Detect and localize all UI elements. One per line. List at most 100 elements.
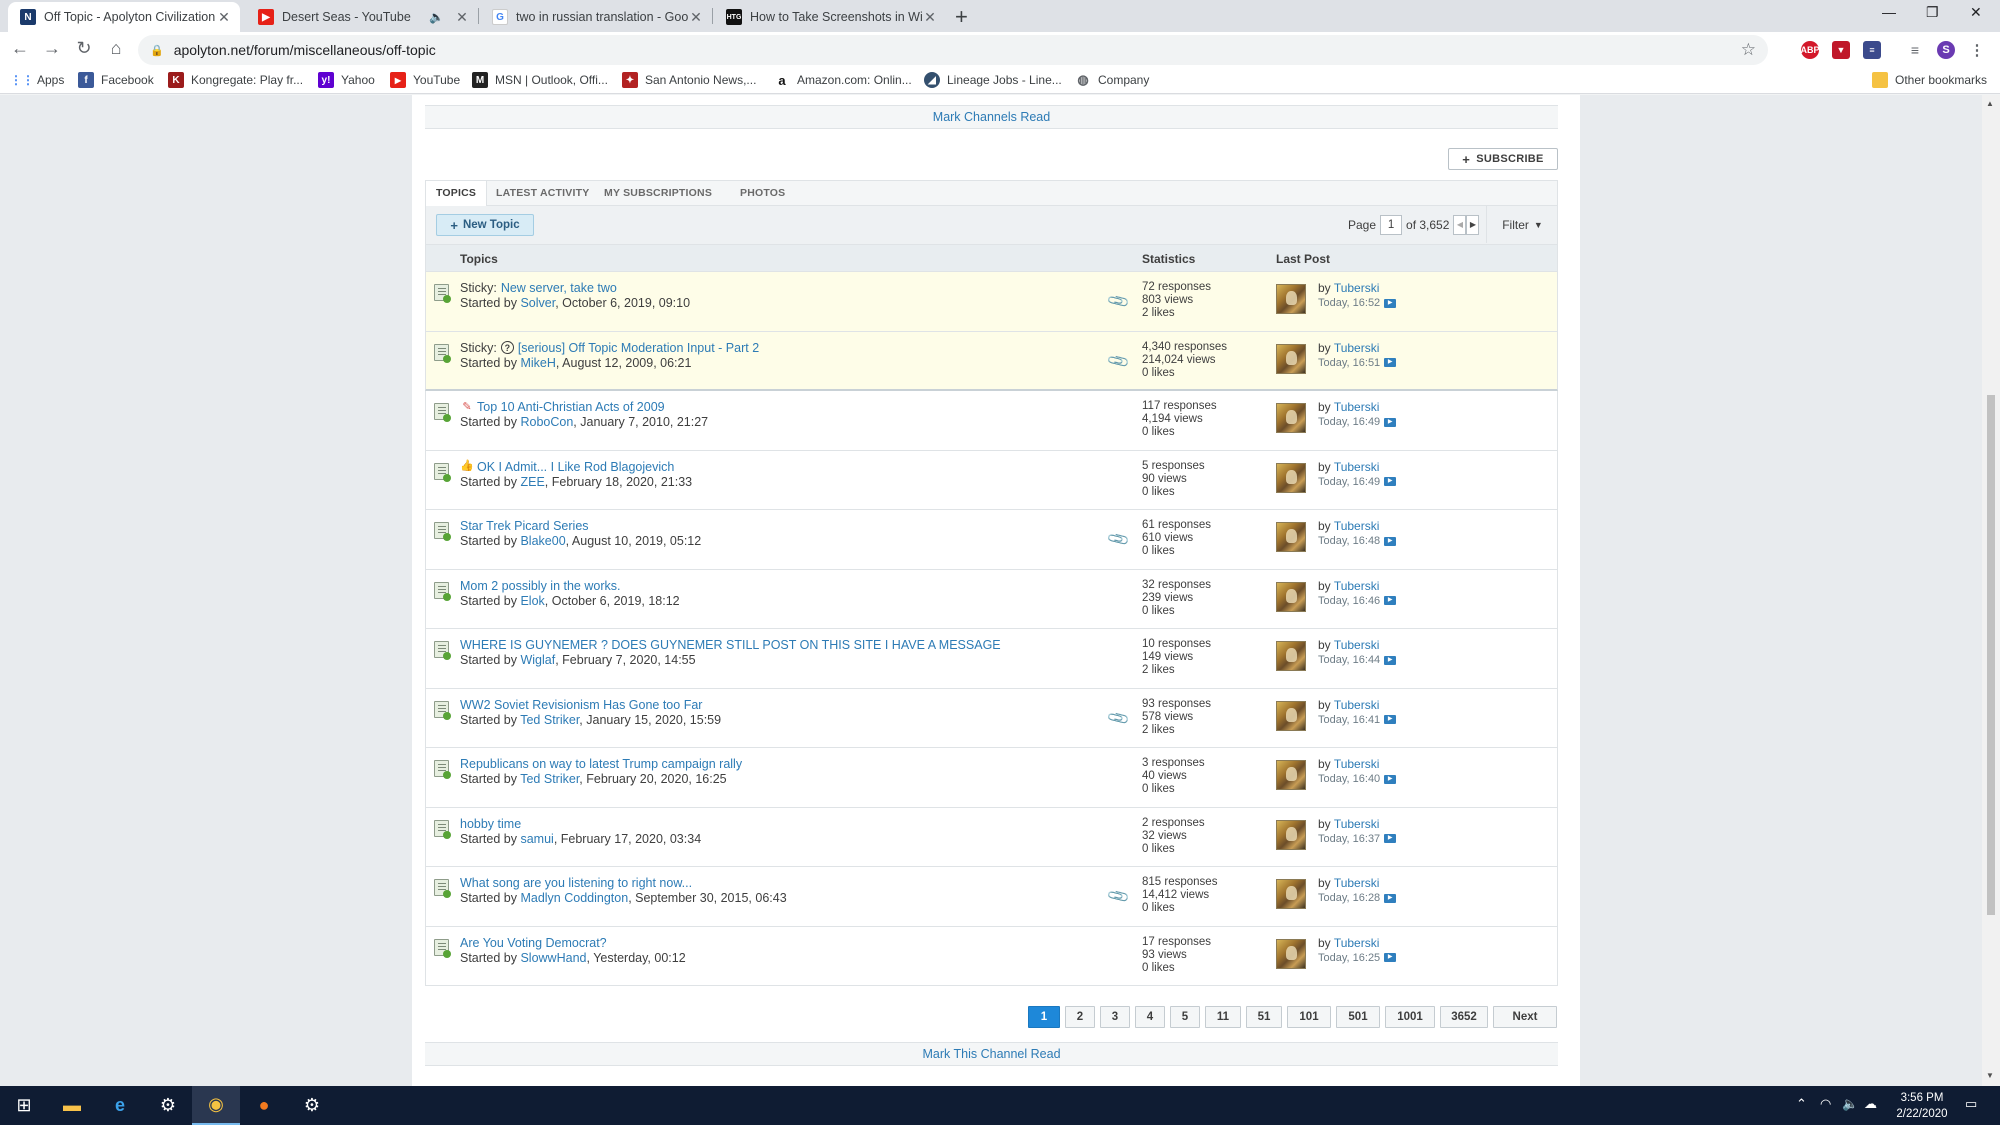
page-button[interactable]: 3 <box>1100 1006 1130 1028</box>
page-button[interactable]: 11 <box>1205 1006 1241 1028</box>
topic-row[interactable]: What song are you listening to right now… <box>425 867 1558 927</box>
menu-kebab-icon[interactable]: ⋮ <box>1968 41 1986 59</box>
back-icon[interactable]: ← <box>8 38 32 59</box>
system-clock[interactable]: 3:56 PM 2/22/2020 <box>1882 1090 1962 1122</box>
topic-author-link[interactable]: Solver <box>520 296 555 310</box>
browser-tab-2[interactable]: G two in russian translation - Goog ✕ <box>480 2 712 32</box>
bookmark-san-antonio[interactable]: ✦ San Antonio News,... <box>622 72 756 88</box>
page-scrollbar[interactable]: ▲ ▼ <box>1982 95 2000 1086</box>
topic-author-link[interactable]: Wiglaf <box>520 653 555 667</box>
scroll-down-icon[interactable]: ▼ <box>1986 1071 1994 1080</box>
topic-author-link[interactable]: ZEE <box>520 475 544 489</box>
topic-title-link[interactable]: Top 10 Anti-Christian Acts of 2009 <box>477 400 665 414</box>
topic-author-link[interactable]: Elok <box>520 594 544 608</box>
tab-latest-activity[interactable]: LATEST ACTIVITY <box>486 181 599 206</box>
topic-title-link[interactable]: WHERE IS GUYNEMER ? DOES GUYNEMER STILL … <box>460 638 1001 652</box>
last-poster-link[interactable]: Tuberski <box>1334 936 1380 950</box>
go-to-last-post-icon[interactable]: ▶ <box>1384 715 1397 724</box>
last-poster-avatar[interactable] <box>1276 819 1306 850</box>
scroll-thumb[interactable] <box>1987 395 1995 915</box>
topic-author-link[interactable]: RoboCon <box>520 415 573 429</box>
browser-tab-1[interactable]: ▶ Desert Seas - YouTube 🔈 ✕ <box>246 2 478 32</box>
wifi-icon[interactable]: ◠ <box>1820 1096 1831 1112</box>
onedrive-icon[interactable]: ☁ <box>1864 1096 1877 1112</box>
go-to-last-post-icon[interactable]: ▶ <box>1384 774 1397 784</box>
topic-row[interactable]: ✎ Top 10 Anti-Christian Acts of 2009 Start… <box>425 391 1558 451</box>
mark-channel-read-link[interactable]: Mark This Channel Read <box>425 1042 1558 1066</box>
page-button[interactable]: 3652 <box>1440 1006 1488 1028</box>
tab-photos[interactable]: PHOTOS <box>730 181 795 206</box>
page-button[interactable]: 2 <box>1065 1006 1095 1028</box>
topic-author-link[interactable]: MikeH <box>520 356 555 370</box>
topic-author-link[interactable]: samui <box>520 832 553 846</box>
bookmark-lineage[interactable]: ◢ Lineage Jobs - Line... <box>924 72 1062 88</box>
topic-row[interactable]: hobby time Started by samui, February 17,… <box>425 807 1558 867</box>
go-to-last-post-icon[interactable]: ▶ <box>1384 893 1397 903</box>
topic-row[interactable]: Mom 2 possibly in the works. Started by E… <box>425 569 1558 629</box>
reload-icon[interactable]: ↻ <box>72 38 96 59</box>
next-page-icon[interactable]: ▶ <box>1466 215 1480 235</box>
subscribe-button[interactable]: + SUBSCRIBE <box>1448 148 1558 170</box>
topic-row[interactable]: 👍 OK I Admit... I Like Rod Blagojevich Sta… <box>425 450 1558 510</box>
topic-author-link[interactable]: Ted Striker <box>520 713 579 727</box>
mark-channels-read-link[interactable]: Mark Channels Read <box>425 105 1558 129</box>
last-poster-link[interactable]: Tuberski <box>1334 698 1380 712</box>
last-poster-link[interactable]: Tuberski <box>1334 876 1380 890</box>
topic-row[interactable]: Republicans on way to latest Trump campa… <box>425 748 1558 808</box>
go-to-last-post-icon[interactable]: ▶ <box>1384 834 1397 843</box>
go-to-last-post-icon[interactable]: ▶ <box>1384 536 1397 546</box>
topic-row[interactable]: Sticky: New server, take two Started by So… <box>425 272 1558 332</box>
bookmark-youtube[interactable]: ▶ YouTube <box>390 72 460 88</box>
last-poster-link[interactable]: Tuberski <box>1334 281 1380 295</box>
minimize-icon[interactable]: — <box>1882 4 1896 20</box>
go-to-last-post-icon[interactable]: ▶ <box>1384 477 1397 486</box>
last-poster-avatar[interactable] <box>1276 938 1306 969</box>
restore-icon[interactable]: ❐ <box>1926 4 1939 21</box>
topic-title-link[interactable]: hobby time <box>460 817 521 831</box>
forward-icon[interactable]: → <box>40 38 64 59</box>
topic-title-link[interactable]: What song are you listening to right now… <box>460 876 692 890</box>
topic-author-link[interactable]: Madlyn Coddington <box>520 891 628 905</box>
go-to-last-post-icon[interactable]: ▶ <box>1384 596 1397 605</box>
topic-author-link[interactable]: Blake00 <box>520 534 565 548</box>
topic-row[interactable]: Are You Voting Democrat? Started by Sloww… <box>425 926 1558 986</box>
last-poster-avatar[interactable] <box>1276 760 1306 790</box>
last-poster-link[interactable]: Tuberski <box>1334 400 1380 414</box>
bookmark-kongregate[interactable]: K Kongregate: Play fr... <box>168 72 303 88</box>
topic-title-link[interactable]: Are You Voting Democrat? <box>460 936 607 950</box>
close-tab-icon[interactable]: ✕ <box>688 9 704 26</box>
last-poster-avatar[interactable] <box>1276 403 1306 433</box>
last-poster-avatar[interactable] <box>1276 462 1306 493</box>
last-poster-link[interactable]: Tuberski <box>1334 460 1380 474</box>
close-tab-icon[interactable]: ✕ <box>454 9 470 26</box>
close-tab-icon[interactable]: ✕ <box>922 9 938 26</box>
firefox-icon[interactable]: ● <box>240 1086 288 1125</box>
page-button[interactable]: 501 <box>1336 1006 1380 1028</box>
bookmark-company[interactable]: ◍ Company <box>1075 72 1149 88</box>
topic-title-link[interactable]: OK I Admit... I Like Rod Blagojevich <box>477 460 674 474</box>
scroll-up-icon[interactable]: ▲ <box>1986 99 1994 108</box>
go-to-last-post-icon[interactable]: ▶ <box>1384 417 1397 427</box>
last-poster-avatar[interactable] <box>1276 343 1306 374</box>
bookmark-star-icon[interactable]: ☆ <box>1741 40 1756 60</box>
page-button[interactable]: 51 <box>1246 1006 1282 1028</box>
page-button[interactable]: 1 <box>1028 1006 1060 1028</box>
extension-icon[interactable]: ≡ <box>1863 41 1881 59</box>
close-window-icon[interactable]: ✕ <box>1970 4 1982 21</box>
go-to-last-post-icon[interactable]: ▶ <box>1384 358 1397 367</box>
chrome-icon[interactable]: ◉ <box>192 1086 240 1125</box>
page-button[interactable]: 101 <box>1287 1006 1331 1028</box>
last-poster-link[interactable]: Tuberski <box>1334 817 1380 831</box>
last-poster-avatar[interactable] <box>1276 522 1306 552</box>
go-to-last-post-icon[interactable]: ▶ <box>1384 298 1397 308</box>
page-button[interactable]: 4 <box>1135 1006 1165 1028</box>
last-poster-link[interactable]: Tuberski <box>1334 341 1380 355</box>
topic-row[interactable]: WHERE IS GUYNEMER ? DOES GUYNEMER STILL … <box>425 629 1558 689</box>
go-to-last-post-icon[interactable]: ▶ <box>1384 655 1397 665</box>
go-to-last-post-icon[interactable]: ▶ <box>1384 953 1397 962</box>
bookmark-yahoo[interactable]: y! Yahoo <box>318 72 375 88</box>
topic-row[interactable]: Sticky:? [serious] Off Topic Moderation I… <box>425 331 1558 391</box>
prev-page-icon[interactable]: ◀ <box>1453 215 1467 235</box>
next-page-button[interactable]: Next <box>1493 1006 1557 1028</box>
browser-tab-3[interactable]: HTG How to Take Screenshots in Wind ✕ <box>714 2 946 32</box>
